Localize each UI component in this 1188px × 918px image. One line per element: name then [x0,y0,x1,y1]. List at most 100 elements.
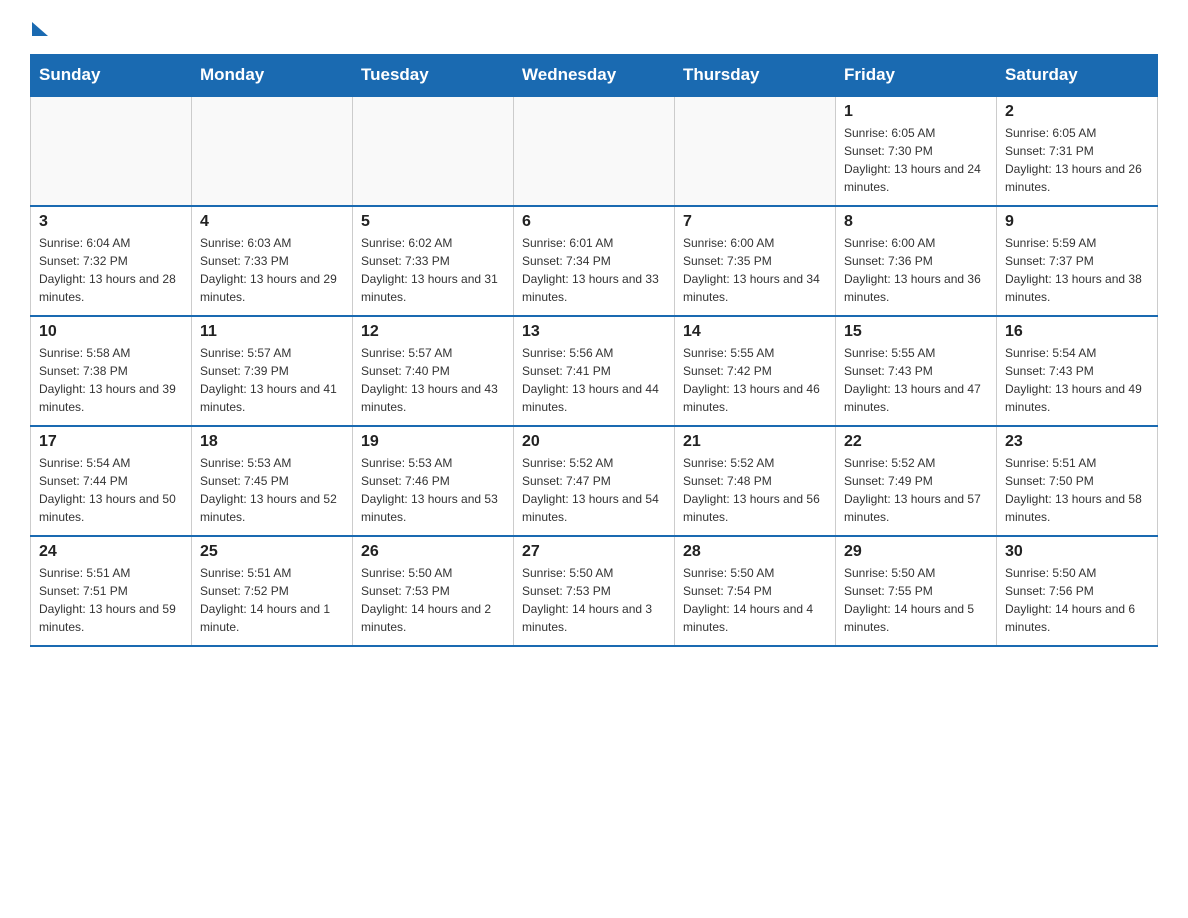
day-number: 10 [39,323,183,341]
day-info: Sunrise: 5:50 AMSunset: 7:54 PMDaylight:… [683,564,827,636]
calendar-table: SundayMondayTuesdayWednesdayThursdayFrid… [30,54,1158,647]
calendar-cell [192,96,353,206]
calendar-cell [31,96,192,206]
calendar-cell: 27 Sunrise: 5:50 AMSunset: 7:53 PMDayligh… [514,536,675,646]
day-info: Sunrise: 5:55 AMSunset: 7:43 PMDaylight:… [844,344,988,416]
day-number: 4 [200,213,344,231]
day-number: 6 [522,213,666,231]
calendar-cell: 19Sunrise: 5:53 AMSunset: 7:46 PMDayligh… [353,426,514,536]
calendar-cell: 22Sunrise: 5:52 AMSunset: 7:49 PMDayligh… [836,426,997,536]
day-number: 5 [361,213,505,231]
calendar-cell: 3 Sunrise: 6:04 AMSunset: 7:32 PMDaylight… [31,206,192,316]
calendar-week-row: 3 Sunrise: 6:04 AMSunset: 7:32 PMDaylight… [31,206,1158,316]
day-number: 3 [39,213,183,231]
day-number: 14 [683,323,827,341]
day-info: Sunrise: 5:59 AMSunset: 7:37 PMDaylight:… [1005,234,1149,306]
day-info: Sunrise: 5:57 AMSunset: 7:39 PMDaylight:… [200,344,344,416]
calendar-cell: 17Sunrise: 5:54 AMSunset: 7:44 PMDayligh… [31,426,192,536]
day-info: Sunrise: 5:50 AMSunset: 7:53 PMDaylight:… [361,564,505,636]
day-number: 28 [683,543,827,561]
day-info: Sunrise: 6:05 AMSunset: 7:31 PMDaylight:… [1005,124,1149,196]
calendar-cell: 13 Sunrise: 5:56 AMSunset: 7:41 PMDayligh… [514,316,675,426]
weekday-header-monday: Monday [192,55,353,97]
calendar-cell: 24 Sunrise: 5:51 AMSunset: 7:51 PMDayligh… [31,536,192,646]
calendar-week-row: 10 Sunrise: 5:58 AMSunset: 7:38 PMDayligh… [31,316,1158,426]
calendar-cell [514,96,675,206]
weekday-header-wednesday: Wednesday [514,55,675,97]
day-number: 15 [844,323,988,341]
page-header [30,20,1158,34]
day-number: 22 [844,433,988,451]
day-info: Sunrise: 6:00 AMSunset: 7:36 PMDaylight:… [844,234,988,306]
calendar-cell: 2 Sunrise: 6:05 AMSunset: 7:31 PMDaylight… [997,96,1158,206]
calendar-cell: 1Sunrise: 6:05 AMSunset: 7:30 PMDaylight… [836,96,997,206]
day-info: Sunrise: 5:52 AMSunset: 7:48 PMDaylight:… [683,454,827,526]
day-info: Sunrise: 5:51 AMSunset: 7:52 PMDaylight:… [200,564,344,636]
calendar-cell: 12 Sunrise: 5:57 AMSunset: 7:40 PMDayligh… [353,316,514,426]
day-number: 8 [844,213,988,231]
day-info: Sunrise: 6:01 AMSunset: 7:34 PMDaylight:… [522,234,666,306]
day-info: Sunrise: 5:54 AMSunset: 7:43 PMDaylight:… [1005,344,1149,416]
calendar-week-row: 17Sunrise: 5:54 AMSunset: 7:44 PMDayligh… [31,426,1158,536]
day-info: Sunrise: 5:55 AMSunset: 7:42 PMDaylight:… [683,344,827,416]
calendar-cell [353,96,514,206]
calendar-week-row: 24 Sunrise: 5:51 AMSunset: 7:51 PMDayligh… [31,536,1158,646]
day-number: 16 [1005,323,1149,341]
day-info: Sunrise: 5:53 AMSunset: 7:45 PMDaylight:… [200,454,344,526]
day-info: Sunrise: 5:51 AMSunset: 7:51 PMDaylight:… [39,564,183,636]
day-number: 18 [200,433,344,451]
calendar-cell: 4 Sunrise: 6:03 AMSunset: 7:33 PMDaylight… [192,206,353,316]
day-info: Sunrise: 5:54 AMSunset: 7:44 PMDaylight:… [39,454,183,526]
weekday-header-thursday: Thursday [675,55,836,97]
day-number: 25 [200,543,344,561]
weekday-header-saturday: Saturday [997,55,1158,97]
day-info: Sunrise: 5:50 AMSunset: 7:53 PMDaylight:… [522,564,666,636]
weekday-header-tuesday: Tuesday [353,55,514,97]
day-number: 12 [361,323,505,341]
calendar-cell: 11 Sunrise: 5:57 AMSunset: 7:39 PMDayligh… [192,316,353,426]
day-info: Sunrise: 5:50 AMSunset: 7:56 PMDaylight:… [1005,564,1149,636]
day-number: 11 [200,323,344,341]
weekday-header-sunday: Sunday [31,55,192,97]
calendar-cell: 15 Sunrise: 5:55 AMSunset: 7:43 PMDayligh… [836,316,997,426]
day-number: 2 [1005,103,1149,121]
day-info: Sunrise: 6:05 AMSunset: 7:30 PMDaylight:… [844,124,988,196]
calendar-cell: 18 Sunrise: 5:53 AMSunset: 7:45 PMDayligh… [192,426,353,536]
calendar-cell: 23 Sunrise: 5:51 AMSunset: 7:50 PMDayligh… [997,426,1158,536]
logo [30,20,62,34]
day-number: 9 [1005,213,1149,231]
day-number: 23 [1005,433,1149,451]
day-info: Sunrise: 5:53 AMSunset: 7:46 PMDaylight:… [361,454,505,526]
day-number: 26 [361,543,505,561]
day-info: Sunrise: 5:52 AMSunset: 7:47 PMDaylight:… [522,454,666,526]
day-info: Sunrise: 6:04 AMSunset: 7:32 PMDaylight:… [39,234,183,306]
day-info: Sunrise: 6:02 AMSunset: 7:33 PMDaylight:… [361,234,505,306]
calendar-cell: 21Sunrise: 5:52 AMSunset: 7:48 PMDayligh… [675,426,836,536]
weekday-header-row: SundayMondayTuesdayWednesdayThursdayFrid… [31,55,1158,97]
day-info: Sunrise: 5:57 AMSunset: 7:40 PMDaylight:… [361,344,505,416]
calendar-cell: 25 Sunrise: 5:51 AMSunset: 7:52 PMDayligh… [192,536,353,646]
day-info: Sunrise: 5:51 AMSunset: 7:50 PMDaylight:… [1005,454,1149,526]
calendar-cell: 10 Sunrise: 5:58 AMSunset: 7:38 PMDayligh… [31,316,192,426]
day-info: Sunrise: 5:56 AMSunset: 7:41 PMDaylight:… [522,344,666,416]
calendar-cell: 8 Sunrise: 6:00 AMSunset: 7:36 PMDaylight… [836,206,997,316]
day-number: 30 [1005,543,1149,561]
calendar-cell: 28 Sunrise: 5:50 AMSunset: 7:54 PMDayligh… [675,536,836,646]
day-number: 27 [522,543,666,561]
day-info: Sunrise: 5:58 AMSunset: 7:38 PMDaylight:… [39,344,183,416]
day-number: 29 [844,543,988,561]
logo-arrow-icon [32,22,48,36]
calendar-cell: 14 Sunrise: 5:55 AMSunset: 7:42 PMDayligh… [675,316,836,426]
day-number: 7 [683,213,827,231]
day-number: 13 [522,323,666,341]
day-number: 24 [39,543,183,561]
calendar-cell [675,96,836,206]
weekday-header-friday: Friday [836,55,997,97]
calendar-cell: 16 Sunrise: 5:54 AMSunset: 7:43 PMDayligh… [997,316,1158,426]
calendar-cell: 5 Sunrise: 6:02 AMSunset: 7:33 PMDaylight… [353,206,514,316]
day-info: Sunrise: 6:03 AMSunset: 7:33 PMDaylight:… [200,234,344,306]
calendar-week-row: 1Sunrise: 6:05 AMSunset: 7:30 PMDaylight… [31,96,1158,206]
calendar-cell: 20 Sunrise: 5:52 AMSunset: 7:47 PMDayligh… [514,426,675,536]
day-info: Sunrise: 6:00 AMSunset: 7:35 PMDaylight:… [683,234,827,306]
day-number: 20 [522,433,666,451]
